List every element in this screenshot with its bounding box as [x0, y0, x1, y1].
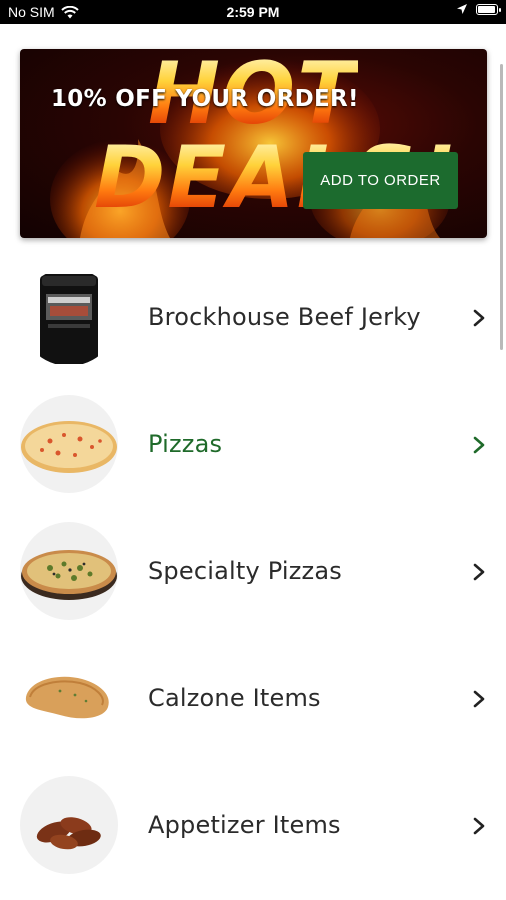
category-item-calzone[interactable]: Calzone Items — [0, 636, 506, 763]
chevron-right-icon — [473, 690, 485, 708]
battery-fill — [478, 5, 495, 13]
pizza-image — [20, 395, 118, 493]
wings-image — [20, 776, 118, 874]
chevron-right-icon — [473, 563, 485, 581]
jerky-bag-image — [20, 268, 118, 366]
category-label: Specialty Pizzas — [148, 557, 342, 585]
promo-banner[interactable]: HOT DEALS! 10% OFF YOUR ORDER! ADD TO OR… — [20, 49, 487, 238]
status-time: 2:59 PM — [226, 4, 280, 20]
category-item-pizzas[interactable]: Pizzas — [0, 382, 506, 509]
status-bar: No SIM 2:59 PM — [0, 0, 506, 24]
category-item-beef-jerky[interactable]: Brockhouse Beef Jerky — [0, 255, 506, 382]
chevron-right-icon — [473, 817, 485, 835]
chevron-right-icon — [473, 309, 485, 327]
specialty-pizza-image — [20, 522, 118, 620]
status-right — [456, 3, 501, 15]
category-list: Brockhouse Beef Jerky Pizzas Specialty P… — [0, 255, 506, 890]
category-item-appetizers[interactable]: Appetizer Items — [0, 763, 506, 890]
location-arrow-icon — [457, 4, 467, 14]
battery-icon — [476, 3, 501, 15]
category-label: Calzone Items — [148, 684, 321, 712]
calzone-image — [20, 649, 118, 747]
category-label: Brockhouse Beef Jerky — [148, 303, 421, 331]
category-item-specialty-pizzas[interactable]: Specialty Pizzas — [0, 509, 506, 636]
category-label: Appetizer Items — [148, 811, 341, 839]
category-label: Pizzas — [148, 430, 223, 458]
add-to-order-button[interactable]: ADD TO ORDER — [303, 152, 458, 209]
promo-headline: 10% OFF YOUR ORDER! — [51, 86, 359, 112]
chevron-right-icon — [473, 436, 485, 454]
